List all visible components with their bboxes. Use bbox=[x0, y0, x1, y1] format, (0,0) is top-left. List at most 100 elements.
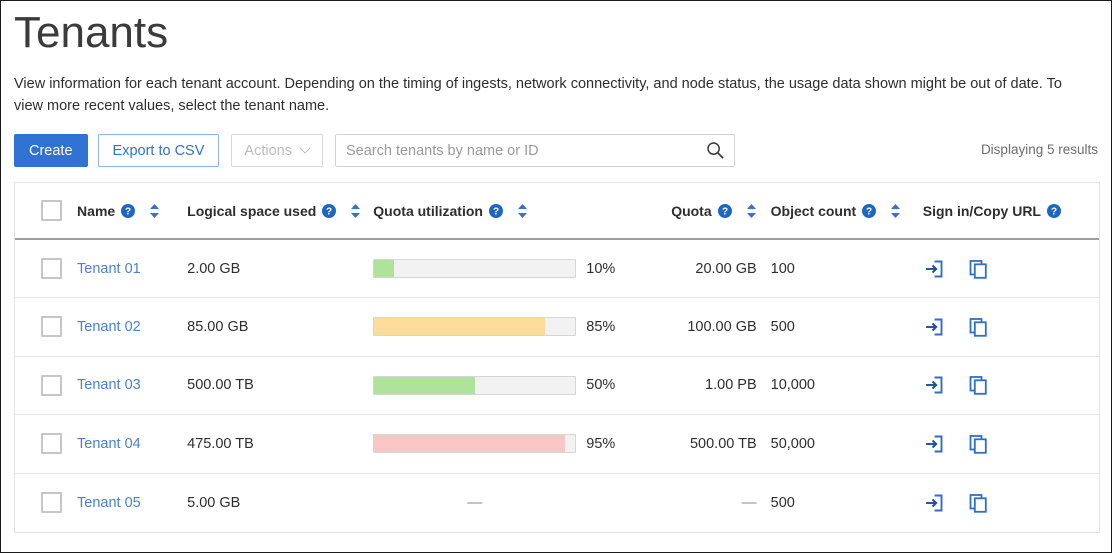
row-name-cell: Tenant 04 bbox=[77, 415, 187, 474]
row-checkbox[interactable] bbox=[41, 492, 62, 513]
row-actions-cell bbox=[909, 415, 1099, 474]
svg-text:?: ? bbox=[722, 206, 728, 217]
header-object-count-label: Object count bbox=[771, 203, 857, 219]
progress-fill bbox=[374, 318, 545, 335]
sign-in-icon[interactable] bbox=[923, 433, 945, 455]
toolbar: Create Export to CSV Actions Displaying … bbox=[14, 134, 1098, 167]
tenant-name-link[interactable]: Tenant 05 bbox=[77, 495, 141, 511]
header-logical-space-used: Logical space used ? bbox=[187, 183, 373, 239]
header-name-label: Name bbox=[77, 203, 115, 219]
search-input[interactable] bbox=[335, 134, 735, 167]
actions-dropdown-button[interactable]: Actions bbox=[231, 134, 323, 167]
header-quota-utilization-label: Quota utilization bbox=[373, 203, 483, 219]
row-object-count-cell: 50,000 bbox=[757, 415, 909, 474]
row-name-cell: Tenant 03 bbox=[77, 356, 187, 415]
progress-track bbox=[373, 376, 576, 395]
help-icon[interactable]: ? bbox=[322, 204, 336, 218]
quota-utilization-percent: 95% bbox=[586, 436, 622, 452]
header-sign-in-copy-url-label: Sign in/Copy URL bbox=[923, 203, 1041, 219]
tenant-name-link[interactable]: Tenant 02 bbox=[77, 319, 141, 335]
quota-utilization-bar: 85% bbox=[373, 317, 648, 336]
tenants-table-container: Name ? Logical space used bbox=[14, 182, 1100, 533]
row-checkbox[interactable] bbox=[41, 375, 62, 396]
row-object-count-cell: 10,000 bbox=[757, 356, 909, 415]
search-field-wrapper bbox=[335, 134, 735, 167]
quota-empty: — bbox=[742, 494, 757, 511]
tenants-table: Name ? Logical space used bbox=[15, 183, 1099, 532]
table-row: Tenant 055.00 GB——500 bbox=[15, 473, 1099, 532]
quota-utilization-empty: — bbox=[373, 494, 576, 511]
row-logical-space-cell: 500.00 TB bbox=[187, 356, 373, 415]
row-select-cell bbox=[15, 473, 77, 532]
create-button[interactable]: Create bbox=[14, 134, 88, 167]
svg-text:?: ? bbox=[125, 206, 131, 217]
row-select-cell bbox=[15, 239, 77, 298]
results-count: Displaying 5 results bbox=[981, 142, 1098, 157]
page-title: Tenants bbox=[14, 1, 1098, 63]
row-quota-utilization-cell: 50% bbox=[373, 356, 648, 415]
svg-text:?: ? bbox=[1051, 206, 1057, 217]
help-icon[interactable]: ? bbox=[1047, 204, 1061, 218]
progress-fill bbox=[374, 377, 475, 394]
help-icon[interactable]: ? bbox=[862, 204, 876, 218]
row-logical-space-cell: 85.00 GB bbox=[187, 298, 373, 357]
row-quota-cell: 20.00 GB bbox=[649, 239, 757, 298]
tenant-name-link[interactable]: Tenant 04 bbox=[77, 436, 141, 452]
sort-icon[interactable] bbox=[890, 203, 901, 219]
header-sign-in-copy-url: Sign in/Copy URL ? bbox=[909, 183, 1099, 239]
table-row: Tenant 012.00 GB10%20.00 GB100 bbox=[15, 239, 1099, 298]
row-object-count-cell: 500 bbox=[757, 298, 909, 357]
row-quota-cell: 500.00 TB bbox=[649, 415, 757, 474]
sort-icon[interactable] bbox=[149, 203, 160, 219]
row-name-cell: Tenant 01 bbox=[77, 239, 187, 298]
sign-in-icon[interactable] bbox=[923, 374, 945, 396]
progress-fill bbox=[374, 435, 565, 452]
table-row: Tenant 04 475.00 TB 95% 500.00 TB50,000 bbox=[15, 415, 1099, 474]
row-checkbox[interactable] bbox=[41, 433, 62, 454]
sign-in-icon[interactable] bbox=[923, 258, 945, 280]
row-quota-cell: 1.00 PB bbox=[649, 356, 757, 415]
header-select-all bbox=[15, 183, 77, 239]
copy-icon[interactable] bbox=[967, 492, 989, 514]
row-actions-cell bbox=[909, 239, 1099, 298]
progress-track bbox=[373, 317, 576, 336]
progress-track bbox=[373, 259, 576, 278]
tenant-name-link[interactable]: Tenant 01 bbox=[77, 261, 141, 277]
table-row: Tenant 0285.00 GB85%100.00 GB500 bbox=[15, 298, 1099, 357]
chevron-down-icon bbox=[301, 144, 310, 153]
help-icon[interactable]: ? bbox=[489, 204, 503, 218]
row-checkbox[interactable] bbox=[41, 258, 62, 279]
sort-icon[interactable] bbox=[517, 203, 528, 219]
row-quota-utilization-cell: 10% bbox=[373, 239, 648, 298]
row-actions-cell bbox=[909, 473, 1099, 532]
copy-icon[interactable] bbox=[967, 433, 989, 455]
help-icon[interactable]: ? bbox=[718, 204, 732, 218]
sign-in-icon[interactable] bbox=[923, 316, 945, 338]
header-object-count: Object count ? bbox=[757, 183, 909, 239]
row-quota-utilization-cell: 85% bbox=[373, 298, 648, 357]
row-checkbox[interactable] bbox=[41, 316, 62, 337]
row-quota-utilization-cell: 95% bbox=[373, 415, 648, 474]
row-object-count-cell: 500 bbox=[757, 473, 909, 532]
row-object-count-cell: 100 bbox=[757, 239, 909, 298]
copy-icon[interactable] bbox=[967, 316, 989, 338]
row-actions-cell bbox=[909, 356, 1099, 415]
export-to-csv-button[interactable]: Export to CSV bbox=[98, 134, 220, 167]
row-select-cell bbox=[15, 298, 77, 357]
sort-icon[interactable] bbox=[350, 203, 361, 219]
quota-utilization-percent: 10% bbox=[586, 261, 622, 277]
help-icon[interactable]: ? bbox=[121, 204, 135, 218]
copy-icon[interactable] bbox=[967, 258, 989, 280]
sign-in-icon[interactable] bbox=[923, 492, 945, 514]
page-description: View information for each tenant account… bbox=[14, 73, 1094, 117]
row-logical-space-cell: 475.00 TB bbox=[187, 415, 373, 474]
copy-icon[interactable] bbox=[967, 374, 989, 396]
row-actions-cell bbox=[909, 298, 1099, 357]
table-header-row: Name ? Logical space used bbox=[15, 183, 1099, 239]
table-row: Tenant 03 500.00 TB50%1.00 PB10,000 bbox=[15, 356, 1099, 415]
tenant-name-link[interactable]: Tenant 03 bbox=[77, 377, 141, 393]
tenants-page: Tenants View information for each tenant… bbox=[0, 0, 1112, 553]
row-select-cell bbox=[15, 415, 77, 474]
sort-icon[interactable] bbox=[746, 203, 757, 219]
select-all-checkbox[interactable] bbox=[41, 200, 62, 221]
